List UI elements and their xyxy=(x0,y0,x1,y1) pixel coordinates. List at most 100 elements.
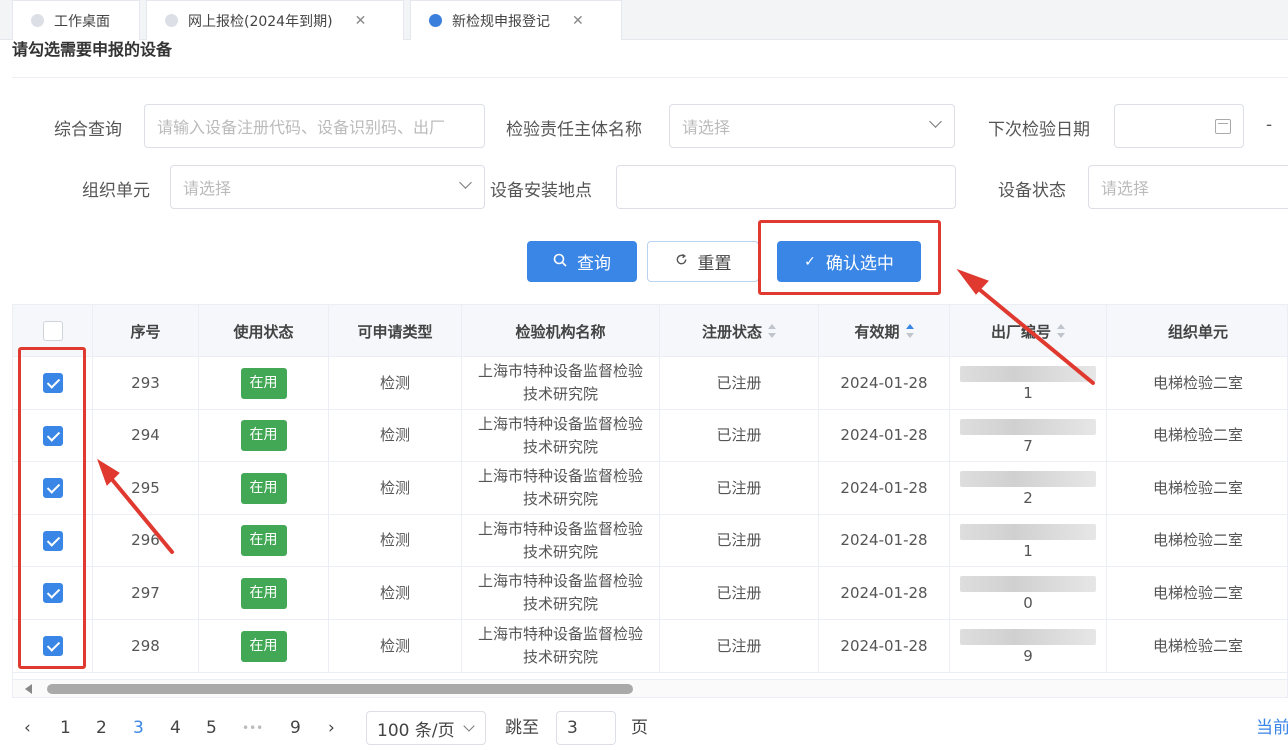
sort-icon[interactable] xyxy=(905,324,914,338)
apply-type-cell: 检测 xyxy=(329,409,462,462)
close-icon[interactable]: ✕ xyxy=(355,13,367,29)
seq-cell: 294 xyxy=(93,409,199,462)
inspection-org-cell: 上海市特种设备监督检验 技术研究院 xyxy=(462,567,660,620)
serial-no-value: 2 xyxy=(1023,489,1033,508)
install-location-input[interactable] xyxy=(616,165,956,209)
date-range-separator: - xyxy=(1266,115,1273,135)
chevron-down-icon xyxy=(929,115,942,128)
seq-value: 294 xyxy=(131,426,160,445)
device-status-label: 设备状态 xyxy=(998,181,1066,201)
tab-status-dot xyxy=(31,14,44,27)
inspection-org-cell: 上海市特种设备监督检验 技术研究院 xyxy=(462,409,660,462)
sort-icon[interactable] xyxy=(1057,324,1065,338)
serial-no-cell: 1 xyxy=(950,357,1107,409)
page-2[interactable]: 2 xyxy=(96,714,107,742)
org-unit-cell: 电梯检验二室 xyxy=(1107,567,1287,619)
serial-no-cell: 7 xyxy=(950,409,1107,462)
page-last[interactable]: 9 xyxy=(290,714,301,742)
status-badge: 在用 xyxy=(240,472,287,504)
scrollbar-thumb[interactable] xyxy=(47,684,633,694)
page-5[interactable]: 5 xyxy=(206,714,217,742)
close-icon[interactable]: ✕ xyxy=(572,13,584,29)
horizontal-scrollbar[interactable] xyxy=(13,679,1287,697)
col-seq: 序号 xyxy=(93,305,199,357)
org-unit-cell: 电梯检验二室 xyxy=(1107,357,1287,409)
seq-cell: 296 xyxy=(93,514,199,567)
use-status-cell: 在用 xyxy=(199,409,329,462)
redacted-block xyxy=(960,576,1096,593)
col-serial-no[interactable]: 出厂编号 xyxy=(950,305,1107,357)
valid-period-cell: 2024-01-28 xyxy=(819,620,950,672)
tab-new-registration[interactable]: 新检规申报登记 ✕ xyxy=(410,0,622,40)
table-row[interactable]: 296 在用 检测 上海市特种设备监督检验 技术研究院 已注册 2024-01-28 1 电梯检… xyxy=(13,514,1287,568)
search-icon xyxy=(553,253,567,271)
apply-type-value: 检测 xyxy=(379,583,410,602)
page-size-select[interactable]: 100 条/页 xyxy=(366,711,486,745)
table-row[interactable]: 298 在用 检测 上海市特种设备监督检验 技术研究院 已注册 2024-01-28 9 电梯检… xyxy=(13,620,1287,673)
tab-label: 网上报检(2024年到期) xyxy=(188,13,333,30)
page-ellipsis[interactable]: ••• xyxy=(242,714,263,742)
jump-page-input[interactable]: 3 xyxy=(556,711,616,745)
device-status-select[interactable]: 请选择 xyxy=(1088,165,1288,209)
table-header: 序号 使用状态 可申请类型 检验机构名称 注册状态 有效期 出厂编号 组织单元 xyxy=(13,305,1287,357)
tab-bar: 工作桌面 网上报检(2024年到期) ✕ 新检规申报登记 ✕ xyxy=(0,0,1288,40)
table-row[interactable]: 295 在用 检测 上海市特种设备监督检验 技术研究院 已注册 2024-01-28 2 电梯检… xyxy=(13,462,1287,515)
tab-status-dot xyxy=(165,14,178,27)
org-unit-value: 电梯检验二室 xyxy=(1152,531,1243,550)
reset-button[interactable]: 重置 xyxy=(647,241,759,282)
valid-period-cell: 2024-01-28 xyxy=(819,567,950,620)
serial-no-cell: 2 xyxy=(950,462,1107,515)
org-unit-label: 组织单元 xyxy=(82,181,150,201)
table-row[interactable]: 294 在用 检测 上海市特种设备监督检验 技术研究院 已注册 2024-01-28 7 电梯检… xyxy=(13,409,1287,463)
seq-value: 296 xyxy=(131,531,160,550)
reg-status-cell: 已注册 xyxy=(660,567,819,620)
table-row[interactable]: 297 在用 检测 上海市特种设备监督检验 技术研究院 已注册 2024-01-28 0 电梯检… xyxy=(13,567,1287,620)
inspection-entity-select[interactable]: 请选择 xyxy=(669,104,955,148)
next-page-button[interactable]: › xyxy=(328,714,335,742)
tab-label: 新检规申报登记 xyxy=(452,13,550,30)
page-4[interactable]: 4 xyxy=(170,714,181,742)
apply-type-cell: 检测 xyxy=(329,357,462,409)
page-3[interactable]: 3 xyxy=(133,714,144,742)
tab-label: 工作桌面 xyxy=(54,13,110,30)
col-reg-status[interactable]: 注册状态 xyxy=(660,305,819,357)
status-badge: 在用 xyxy=(240,367,287,399)
page-size-value: 100 条/页 xyxy=(377,720,455,741)
inspection-entity-label: 检验责任主体名称 xyxy=(506,120,642,140)
valid-period-cell: 2024-01-28 xyxy=(819,514,950,567)
inspection-org-line: 上海市特种设备监督检验 xyxy=(477,625,643,643)
sort-icon[interactable] xyxy=(768,324,776,338)
install-location-label: 设备安装地点 xyxy=(490,181,592,201)
table-row[interactable]: 293 在用 检测 上海市特种设备监督检验 技术研究院 已注册 2024-01-28 1 电梯检… xyxy=(13,357,1287,410)
reg-status-cell: 已注册 xyxy=(660,357,819,409)
query-button[interactable]: 查询 xyxy=(527,241,637,282)
valid-period-cell: 2024-01-28 xyxy=(819,462,950,515)
select-all-checkbox[interactable] xyxy=(42,321,63,341)
inspection-org-text: 上海市特种设备监督检验 技术研究院 xyxy=(478,570,643,616)
inspection-org-line: 技术研究院 xyxy=(522,490,598,509)
seq-value: 293 xyxy=(131,373,160,392)
redacted-block xyxy=(960,523,1096,540)
reg-status-value: 已注册 xyxy=(716,531,762,550)
device-status-placeholder: 请选择 xyxy=(1101,179,1150,198)
next-inspection-date-start[interactable] xyxy=(1114,104,1244,148)
scroll-left-arrow-icon[interactable] xyxy=(25,684,32,694)
seq-value: 295 xyxy=(131,478,160,497)
redacted-block xyxy=(960,366,1096,382)
org-unit-select[interactable]: 请选择 xyxy=(170,165,485,209)
col-valid-period[interactable]: 有效期 xyxy=(819,305,950,357)
status-badge: 在用 xyxy=(240,420,287,452)
tab-status-dot xyxy=(429,14,442,27)
status-badge: 在用 xyxy=(240,577,287,609)
valid-period-value: 2024-01-28 xyxy=(840,373,928,392)
apply-type-value: 检测 xyxy=(379,636,410,655)
prev-page-button[interactable]: ‹ xyxy=(24,714,31,742)
valid-period-cell: 2024-01-28 xyxy=(819,409,950,462)
col-serial-no-label: 出厂编号 xyxy=(990,322,1051,341)
general-query-input[interactable]: 请输入设备注册代码、设备识别码、出厂 xyxy=(144,104,485,148)
page-1[interactable]: 1 xyxy=(60,714,71,742)
tab-online-inspection[interactable]: 网上报检(2024年到期) ✕ xyxy=(146,0,404,40)
tab-workbench[interactable]: 工作桌面 xyxy=(12,0,140,40)
apply-type-cell: 检测 xyxy=(329,567,462,620)
chevron-down-icon xyxy=(463,720,475,732)
